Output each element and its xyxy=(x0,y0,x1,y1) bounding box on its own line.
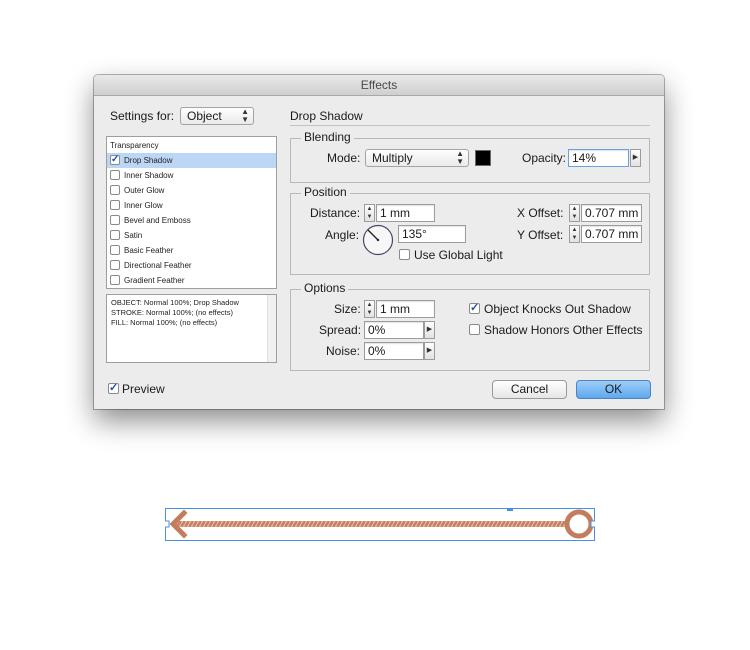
noise-input[interactable]: 0% xyxy=(364,342,424,360)
summary-line: FILL: Normal 100%; (no effects) xyxy=(111,318,218,327)
opacity-input[interactable]: 14% xyxy=(568,149,629,167)
angle-input[interactable]: 135° xyxy=(398,225,466,243)
summary-line: OBJECT: Normal 100%; Drop Shadow xyxy=(111,298,239,307)
position-group: Position Distance: ▲ ▼ 1 mm Angle: 135° U… xyxy=(290,185,650,275)
shadow-color-swatch[interactable] xyxy=(475,150,491,166)
checkbox[interactable] xyxy=(110,275,120,285)
opacity-label: Opacity: xyxy=(522,151,567,165)
list-item-basic-feather[interactable]: Basic Feather xyxy=(107,243,276,258)
size-stepper[interactable]: ▲ ▼ xyxy=(364,300,375,318)
list-item-inner-glow[interactable]: Inner Glow xyxy=(107,198,276,213)
list-item-bevel-emboss[interactable]: Bevel and Emboss xyxy=(107,213,276,228)
blending-group: Blending Mode: Multiply ▲ ▼ Opacity: 14% … xyxy=(290,130,650,183)
noise-label: Noise: xyxy=(326,344,361,358)
settings-for-label: Settings for: xyxy=(110,109,175,123)
x-offset-stepper[interactable]: ▲ ▼ xyxy=(569,204,580,222)
noise-flyout-arrow-icon[interactable]: ▶ xyxy=(424,342,435,360)
preview-label: Preview xyxy=(122,382,165,396)
knocks-out-label: Object Knocks Out Shadow xyxy=(484,302,631,316)
list-item-drop-shadow[interactable]: ✓ Drop Shadow xyxy=(107,153,276,168)
y-offset-stepper[interactable]: ▲ ▼ xyxy=(569,225,580,243)
effects-summary: OBJECT: Normal 100%; Drop Shadow STROKE:… xyxy=(106,294,277,363)
blending-title: Blending xyxy=(301,130,354,144)
y-offset-input[interactable]: 0.707 mm xyxy=(581,225,642,243)
dropdown-arrows-icon: ▲ ▼ xyxy=(456,149,464,166)
honors-effects-label: Shadow Honors Other Effects xyxy=(484,323,643,337)
checkbox[interactable] xyxy=(110,215,120,225)
spread-input[interactable]: 0% xyxy=(364,321,424,339)
spread-label: Spread: xyxy=(319,323,362,337)
dropdown-arrows-icon: ▲ ▼ xyxy=(241,107,249,124)
circle-end-icon xyxy=(564,509,594,539)
list-item-satin[interactable]: Satin xyxy=(107,228,276,243)
settings-for-dropdown[interactable]: Object ▲ ▼ xyxy=(180,107,254,125)
checkbox[interactable] xyxy=(110,260,120,270)
size-input[interactable]: 1 mm xyxy=(376,300,435,318)
angle-dial-icon[interactable] xyxy=(362,224,394,256)
honors-effects-checkbox[interactable] xyxy=(469,324,480,335)
x-offset-label: X Offset: xyxy=(517,206,564,220)
distance-stepper[interactable]: ▲ ▼ xyxy=(364,204,375,222)
position-title: Position xyxy=(301,185,350,199)
distance-input[interactable]: 1 mm xyxy=(376,204,435,222)
list-header: Transparency xyxy=(110,141,159,150)
settings-for-value: Object xyxy=(187,109,222,123)
list-item-gradient-feather[interactable]: Gradient Feather xyxy=(107,273,276,288)
effects-dialog: Effects Settings for: Object ▲ ▼ Transpar… xyxy=(94,75,664,409)
section-title: Drop Shadow xyxy=(290,109,363,123)
opacity-flyout-arrow-icon[interactable]: ▶ xyxy=(630,149,641,167)
list-item-directional-feather[interactable]: Directional Feather xyxy=(107,258,276,273)
global-light-label: Use Global Light xyxy=(414,248,503,262)
x-offset-input[interactable]: 0.707 mm xyxy=(581,204,642,222)
blend-mode-value: Multiply xyxy=(372,151,413,165)
checkbox[interactable] xyxy=(110,200,120,210)
options-title: Options xyxy=(301,281,349,295)
selected-arrow-object[interactable] xyxy=(163,505,597,541)
mode-label: Mode: xyxy=(327,151,361,165)
global-light-checkbox[interactable] xyxy=(399,249,410,260)
size-label: Size: xyxy=(334,302,361,316)
checkbox-checked-icon[interactable]: ✓ xyxy=(110,155,120,165)
options-group: Options Size: ▲ ▼ 1 mm Spread: 0% ▶ Noise… xyxy=(290,281,650,371)
checkbox[interactable] xyxy=(110,245,120,255)
selection-handle xyxy=(590,520,597,528)
summary-line: STROKE: Normal 100%; (no effects) xyxy=(111,308,233,317)
effects-list: Transparency ✓ Drop Shadow Inner Shadow … xyxy=(106,136,277,289)
arrow-shaft xyxy=(175,521,573,527)
selection-handle xyxy=(163,520,170,528)
selection-handle xyxy=(507,505,513,511)
distance-label: Distance: xyxy=(310,206,361,220)
checkbox[interactable] xyxy=(110,230,120,240)
checkbox[interactable] xyxy=(110,170,120,180)
divider xyxy=(290,125,650,126)
checkbox[interactable] xyxy=(110,185,120,195)
cancel-button[interactable]: Cancel xyxy=(492,380,567,399)
blend-mode-dropdown[interactable]: Multiply ▲ ▼ xyxy=(365,149,469,167)
preview-checkbox[interactable]: ✓ xyxy=(108,383,119,394)
list-item-inner-shadow[interactable]: Inner Shadow xyxy=(107,168,276,183)
list-item-outer-glow[interactable]: Outer Glow xyxy=(107,183,276,198)
summary-scrollbar[interactable] xyxy=(267,295,276,362)
angle-label: Angle: xyxy=(325,228,360,242)
knocks-out-checkbox[interactable]: ✓ xyxy=(469,303,480,314)
y-offset-label: Y Offset: xyxy=(517,228,564,242)
arrow-graphic xyxy=(163,505,597,541)
ok-button[interactable]: OK xyxy=(576,380,651,399)
dialog-title: Effects xyxy=(94,75,664,96)
spread-flyout-arrow-icon[interactable]: ▶ xyxy=(424,321,435,339)
